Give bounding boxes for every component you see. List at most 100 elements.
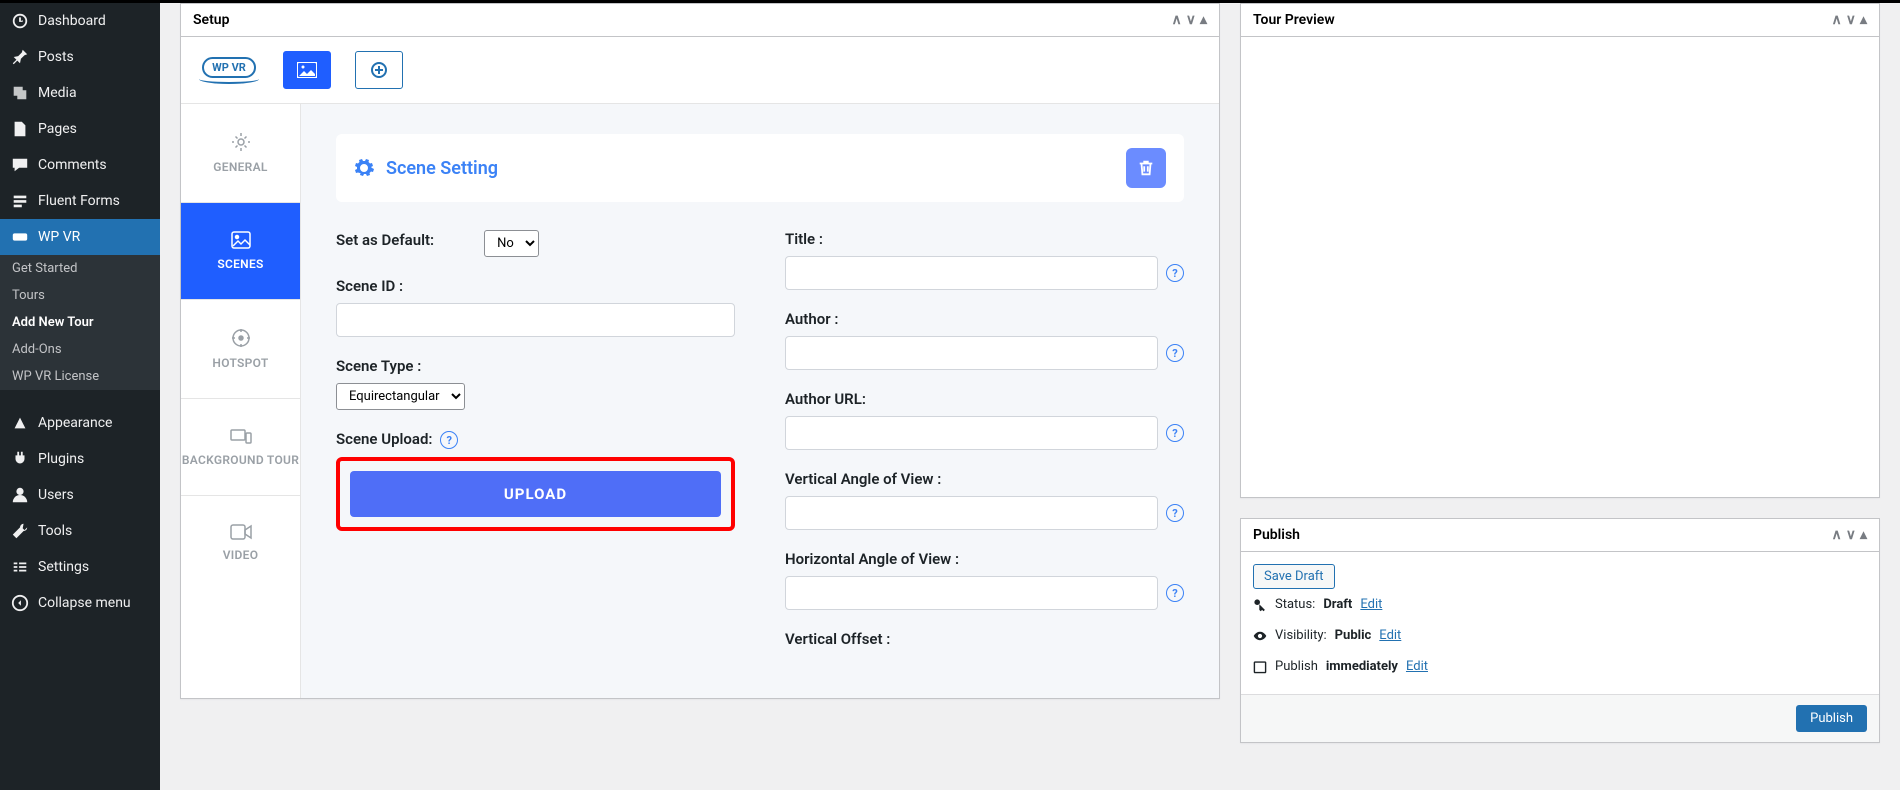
sidebar-item-label: WP VR (38, 229, 80, 245)
calendar-icon (1253, 660, 1267, 674)
scene-type-select[interactable]: Equirectangular (336, 383, 465, 410)
wp-vr-submenu: Get Started Tours Add New Tour Add-Ons W… (0, 255, 160, 390)
side-tab-label: VIDEO (223, 548, 259, 562)
publish-title: Publish (1253, 527, 1300, 543)
image-icon (231, 231, 251, 249)
sidebar-item-posts[interactable]: Posts (0, 39, 160, 75)
sidebar-item-label: Settings (38, 559, 89, 575)
side-tab-video[interactable]: VIDEO (181, 496, 300, 590)
admin-sidebar: Dashboard Posts Media Pages Comments Flu… (0, 3, 160, 790)
target-icon (231, 328, 251, 348)
scene-setting-title: Scene Setting (386, 158, 498, 179)
side-tab-hotspot[interactable]: HOTSPOT (181, 300, 300, 399)
side-tab-background[interactable]: BACKGROUND TOUR (181, 399, 300, 496)
sidebar-item-label: Dashboard (38, 13, 106, 29)
sidebar-item-settings[interactable]: Settings (0, 549, 160, 585)
scene-id-input[interactable] (336, 303, 735, 337)
submenu-get-started[interactable]: Get Started (0, 255, 160, 282)
publish-schedule-label: Publish (1275, 659, 1318, 674)
move-up-icon[interactable]: ∧ (1171, 12, 1181, 28)
publish-schedule-value: immediately (1326, 659, 1398, 674)
sidebar-item-pages[interactable]: Pages (0, 111, 160, 147)
help-icon[interactable]: ? (1166, 584, 1184, 602)
title-input[interactable] (785, 256, 1158, 290)
gear-icon (354, 158, 374, 178)
status-value: Draft (1323, 597, 1352, 612)
sidebar-item-fluent-forms[interactable]: Fluent Forms (0, 183, 160, 219)
sidebar-item-label: Comments (38, 157, 107, 173)
set-default-label: Set as Default: (336, 231, 434, 249)
forms-icon (10, 191, 30, 211)
comments-icon (10, 155, 30, 175)
set-default-select[interactable]: No (484, 230, 539, 257)
move-down-icon[interactable]: ∨ (1846, 527, 1856, 543)
pin-icon (10, 47, 30, 67)
side-tab-general[interactable]: GENERAL (181, 104, 300, 203)
author-url-label: Author URL: (785, 390, 1184, 408)
help-icon[interactable]: ? (440, 431, 458, 449)
publish-button[interactable]: Publish (1796, 705, 1867, 732)
side-tab-label: SCENES (217, 257, 263, 271)
move-up-icon[interactable]: ∧ (1831, 527, 1841, 543)
save-draft-button[interactable]: Save Draft (1253, 564, 1335, 589)
move-down-icon[interactable]: ∨ (1846, 12, 1856, 28)
sidebar-item-label: Fluent Forms (38, 193, 120, 209)
devices-icon (230, 427, 252, 445)
author-input[interactable] (785, 336, 1158, 370)
toggle-icon[interactable]: ▴ (1860, 527, 1867, 543)
sidebar-item-users[interactable]: Users (0, 477, 160, 513)
help-icon[interactable]: ? (1166, 264, 1184, 282)
edit-visibility-link[interactable]: Edit (1379, 628, 1401, 643)
side-tab-scenes[interactable]: SCENES (181, 203, 300, 300)
dashboard-icon (10, 11, 30, 31)
sidebar-item-plugins[interactable]: Plugins (0, 441, 160, 477)
sidebar-item-label: Collapse menu (38, 595, 131, 611)
collapse-icon (10, 593, 30, 613)
help-icon[interactable]: ? (1166, 344, 1184, 362)
setup-postbox: Setup ∧ ∨ ▴ WP VR (180, 3, 1220, 699)
sidebar-item-wp-vr[interactable]: WP VR (0, 219, 160, 255)
scene-tab-pill[interactable] (283, 51, 331, 89)
side-tab-label: HOTSPOT (212, 356, 268, 370)
appearance-icon (10, 413, 30, 433)
edit-status-link[interactable]: Edit (1360, 597, 1382, 612)
submenu-license[interactable]: WP VR License (0, 363, 160, 390)
edit-schedule-link[interactable]: Edit (1406, 659, 1428, 674)
add-tab-pill[interactable] (355, 51, 403, 89)
upload-button[interactable]: UPLOAD (350, 471, 721, 517)
sidebar-item-label: Posts (38, 49, 74, 65)
submenu-add-new-tour[interactable]: Add New Tour (0, 309, 160, 336)
visibility-value: Public (1335, 628, 1372, 643)
visibility-label: Visibility: (1275, 628, 1327, 643)
users-icon (10, 485, 30, 505)
move-down-icon[interactable]: ∨ (1186, 12, 1196, 28)
toggle-icon[interactable]: ▴ (1860, 12, 1867, 28)
sidebar-item-tools[interactable]: Tools (0, 513, 160, 549)
submenu-add-ons[interactable]: Add-Ons (0, 336, 160, 363)
trash-icon (1137, 159, 1155, 177)
vaov-input[interactable] (785, 496, 1158, 530)
preview-canvas (1241, 37, 1879, 497)
move-up-icon[interactable]: ∧ (1831, 12, 1841, 28)
sidebar-item-dashboard[interactable]: Dashboard (0, 3, 160, 39)
sidebar-item-label: Plugins (38, 451, 84, 467)
preview-postbox: Tour Preview ∧ ∨ ▴ (1240, 3, 1880, 498)
sidebar-item-appearance[interactable]: Appearance (0, 405, 160, 441)
sidebar-item-collapse[interactable]: Collapse menu (0, 585, 160, 621)
help-icon[interactable]: ? (1166, 504, 1184, 522)
side-tab-label: BACKGROUND TOUR (182, 453, 299, 467)
help-icon[interactable]: ? (1166, 424, 1184, 442)
toggle-icon[interactable]: ▴ (1200, 12, 1207, 28)
haov-input[interactable] (785, 576, 1158, 610)
sidebar-item-label: Users (38, 487, 74, 503)
vaov-label: Vertical Angle of View : (785, 470, 1184, 488)
sidebar-item-label: Media (38, 85, 77, 101)
submenu-tours[interactable]: Tours (0, 282, 160, 309)
haov-label: Horizontal Angle of View : (785, 550, 1184, 568)
sidebar-item-comments[interactable]: Comments (0, 147, 160, 183)
delete-scene-button[interactable] (1126, 148, 1166, 188)
preview-title: Tour Preview (1253, 12, 1335, 28)
author-url-input[interactable] (785, 416, 1158, 450)
sidebar-item-label: Pages (38, 121, 77, 137)
sidebar-item-media[interactable]: Media (0, 75, 160, 111)
